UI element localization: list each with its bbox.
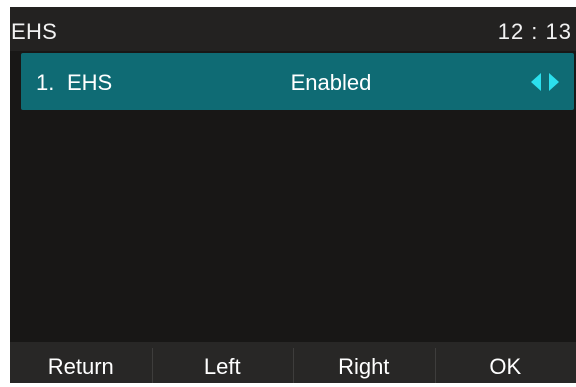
left-button[interactable]: Left xyxy=(151,342,294,383)
arrow-left-icon[interactable] xyxy=(531,73,541,91)
return-button[interactable]: Return xyxy=(10,342,152,383)
ok-button[interactable]: OK xyxy=(434,342,576,383)
page-title: EHS xyxy=(11,19,58,44)
title-bar: EHS 12 : 13 xyxy=(10,7,576,51)
right-button[interactable]: Right xyxy=(293,342,435,383)
softkey-bar: Return Left Right OK xyxy=(10,342,576,383)
phone-screen: EHS 12 : 13 1. EHS Enabled Return Left R… xyxy=(10,7,576,383)
list-item-ehs[interactable]: 1. EHS Enabled xyxy=(21,53,574,110)
arrow-right-icon[interactable] xyxy=(549,73,559,91)
list-item-value: Enabled xyxy=(290,70,372,95)
clock: 12 : 13 xyxy=(497,19,572,44)
